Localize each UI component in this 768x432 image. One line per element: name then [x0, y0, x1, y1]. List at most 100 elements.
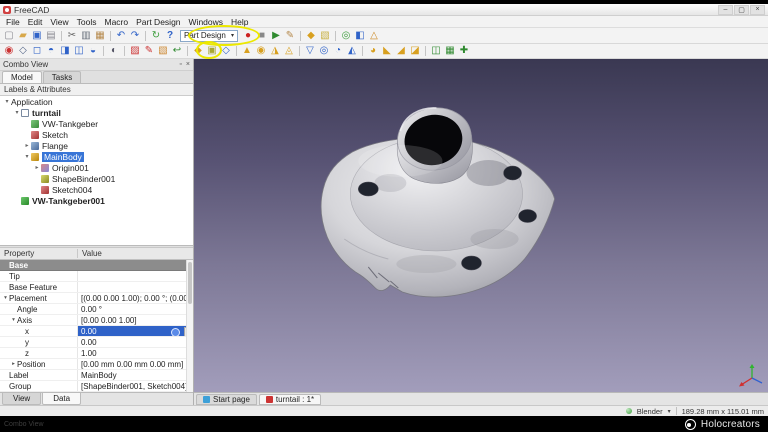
create-shapebinder-icon[interactable]: ▣: [206, 45, 218, 57]
tab-data[interactable]: Data: [42, 393, 82, 405]
map-sketch-icon[interactable]: ▧: [157, 45, 169, 57]
draw-style-icon[interactable]: ◐: [108, 45, 120, 57]
cut-icon[interactable]: ✂: [66, 30, 78, 42]
prop-placement[interactable]: ▾ Placement [(0.00 0.00 1.00); 0.00 °; (…: [0, 293, 193, 304]
menu-tools[interactable]: Tools: [73, 17, 101, 27]
toolbar-separator[interactable]: [185, 45, 190, 57]
additive-loft-icon[interactable]: ◮: [269, 45, 281, 57]
print-icon[interactable]: ▤: [45, 30, 57, 42]
toolbar-separator[interactable]: [108, 30, 113, 42]
fit-all-icon[interactable]: ◉: [3, 45, 15, 57]
top-view-icon[interactable]: ◓: [45, 45, 57, 57]
property-scrollbar[interactable]: [186, 260, 193, 392]
prop-axis-z[interactable]: z 1.00: [0, 348, 193, 359]
prop-axis-x[interactable]: x 0.00: [0, 326, 193, 337]
property-value[interactable]: [ShapeBinder001, Sketch004]: [78, 381, 193, 391]
prop-axis-y[interactable]: y 0.00: [0, 337, 193, 348]
subtractive-loft-icon[interactable]: ◭: [346, 45, 358, 57]
tree-item-flange[interactable]: ▸ Flange: [0, 140, 193, 151]
property-value[interactable]: [(0.00 0.00 1.00); 0.00 °; (0.00 mm 0.00…: [78, 293, 193, 303]
groove-icon[interactable]: ◔: [332, 45, 344, 57]
tab-view[interactable]: View: [2, 393, 42, 405]
new-file-icon[interactable]: ▢: [3, 30, 15, 42]
tree-expander-icon[interactable]: ▸: [23, 142, 31, 149]
property-value[interactable]: 0.00: [78, 326, 193, 336]
rear-view-icon[interactable]: ◫: [73, 45, 85, 57]
toolbar-separator[interactable]: [101, 45, 106, 57]
fillet-icon[interactable]: ◕: [367, 45, 379, 57]
whats-this-icon[interactable]: ?: [164, 30, 176, 42]
revolution-icon[interactable]: ◉: [255, 45, 267, 57]
tree-item-origin001[interactable]: ▸ Origin001: [0, 162, 193, 173]
chamfer-icon[interactable]: ◣: [381, 45, 393, 57]
float-panel-button[interactable]: ▫: [179, 61, 181, 68]
tree-expander-icon[interactable]: ▾: [13, 109, 21, 116]
workbench-selector[interactable]: Part Design ▾: [180, 29, 238, 42]
toolbar-separator[interactable]: [234, 45, 239, 57]
property-value[interactable]: [0.00 0.00 1.00]: [78, 315, 193, 325]
create-body-icon[interactable]: ◆: [192, 45, 204, 57]
property-value[interactable]: MainBody: [78, 370, 193, 380]
bottom-view-icon[interactable]: ◒: [87, 45, 99, 57]
hole-icon[interactable]: ◎: [318, 45, 330, 57]
prop-axis[interactable]: ▾ Axis [0.00 0.00 1.00]: [0, 315, 193, 326]
linear-pattern-icon[interactable]: ▦: [444, 45, 456, 57]
pad-icon[interactable]: ▲: [241, 45, 253, 57]
toolbar-separator[interactable]: [143, 30, 148, 42]
toolbar-separator[interactable]: [297, 45, 302, 57]
mirrored-icon[interactable]: ◫: [430, 45, 442, 57]
menu-edit[interactable]: Edit: [24, 17, 47, 27]
tree-item-shapebinder001[interactable]: ShapeBinder001: [0, 173, 193, 184]
create-part-icon[interactable]: ◆: [305, 30, 317, 42]
menu-windows[interactable]: Windows: [185, 17, 227, 27]
menu-file[interactable]: File: [2, 17, 24, 27]
edit-sketch-icon[interactable]: ✎: [143, 45, 155, 57]
redo-icon[interactable]: ↷: [129, 30, 141, 42]
tab-start-page[interactable]: Start page: [196, 393, 257, 405]
menu-view[interactable]: View: [46, 17, 72, 27]
paste-icon[interactable]: ▦: [94, 30, 106, 42]
prop-position[interactable]: ▸ Position [0.00 mm 0.00 mm 0.00 mm]: [0, 359, 193, 370]
tree-item-application[interactable]: ▾ Application: [0, 96, 193, 107]
macro-edit-icon[interactable]: ✎: [284, 30, 296, 42]
save-icon[interactable]: ▣: [31, 30, 43, 42]
property-value[interactable]: [0.00 mm 0.00 mm 0.00 mm]: [78, 359, 193, 369]
navigation-style-selector[interactable]: Blender: [637, 407, 663, 416]
toolbar-separator[interactable]: [122, 45, 127, 57]
property-expander-icon[interactable]: ▾: [10, 317, 17, 323]
axonometric-view-icon[interactable]: ◇: [17, 45, 29, 57]
prop-label[interactable]: Label MainBody: [0, 370, 193, 381]
tree-expander-icon[interactable]: ▸: [33, 164, 41, 171]
chevron-down-icon[interactable]: ▾: [668, 408, 671, 415]
scrollbar-thumb[interactable]: [188, 262, 192, 304]
toolbar-separator[interactable]: [59, 30, 64, 42]
minimize-button[interactable]: –: [718, 4, 733, 15]
create-clone-icon[interactable]: ◇: [220, 45, 232, 57]
tree-item-sketch004[interactable]: Sketch004: [0, 184, 193, 195]
menu-help[interactable]: Help: [227, 17, 252, 27]
flange-3d-model[interactable]: [194, 59, 768, 392]
prop-base-section[interactable]: Base: [0, 260, 193, 271]
toolbar-separator[interactable]: [298, 30, 303, 42]
toolbar-separator[interactable]: [333, 30, 338, 42]
create-group-icon[interactable]: ▧: [319, 30, 331, 42]
create-sketch-icon[interactable]: ▨: [129, 45, 141, 57]
draft-icon[interactable]: ◢: [395, 45, 407, 57]
close-panel-button[interactable]: ×: [186, 61, 190, 68]
maximize-button[interactable]: ▢: [734, 4, 749, 15]
3d-viewport[interactable]: [194, 59, 768, 392]
polar-pattern-icon[interactable]: ✚: [458, 45, 470, 57]
property-value[interactable]: 0.00: [78, 337, 193, 347]
property-expander-icon[interactable]: ▸: [10, 361, 17, 367]
make-link-icon[interactable]: ◎: [340, 30, 352, 42]
tab-model[interactable]: Model: [2, 71, 42, 83]
tree-expander-icon[interactable]: ▾: [23, 153, 31, 160]
close-button[interactable]: ×: [750, 4, 765, 15]
tree-item-turntail[interactable]: ▾ turntail: [0, 107, 193, 118]
front-view-icon[interactable]: ◻: [31, 45, 43, 57]
thickness-icon[interactable]: ◪: [409, 45, 421, 57]
additive-pipe-icon[interactable]: ◬: [283, 45, 295, 57]
property-value[interactable]: [78, 282, 193, 292]
prop-base-feature[interactable]: Base Feature: [0, 282, 193, 293]
refresh-icon[interactable]: ↻: [150, 30, 162, 42]
